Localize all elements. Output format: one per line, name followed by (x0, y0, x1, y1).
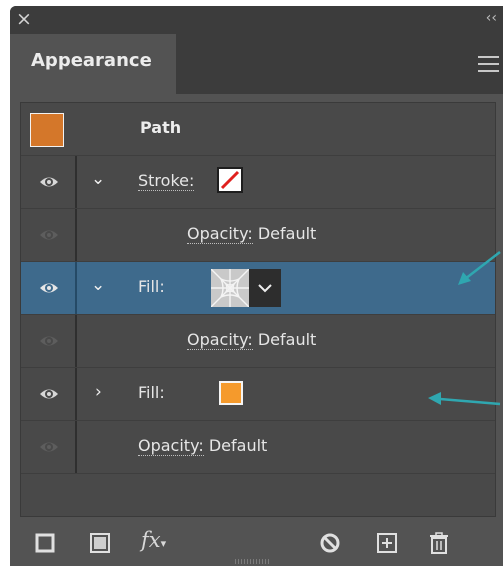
annotation-arrows (428, 251, 501, 406)
arrow-icon (428, 392, 501, 406)
arrow-icon (458, 251, 501, 285)
